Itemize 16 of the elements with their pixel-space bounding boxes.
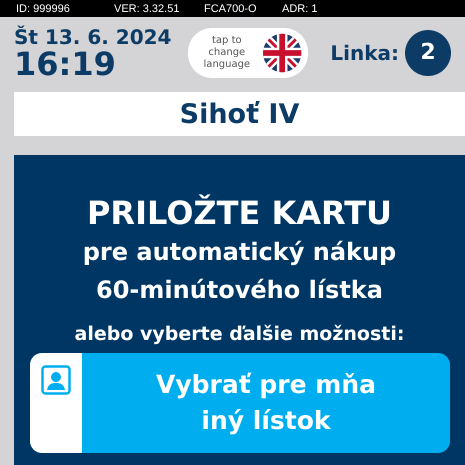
time-text: 16:19 xyxy=(14,48,117,80)
date-text: Št 13. 6. 2024 xyxy=(14,26,172,48)
version-text: VER: 3.32.51 xyxy=(114,2,180,14)
language-button[interactable]: tap to change language xyxy=(188,28,308,78)
stop-name: Sihoť IV xyxy=(14,92,465,136)
line-number: 2 xyxy=(405,30,451,76)
options-prompt: alebo vyberte ďalšie možnosti: xyxy=(74,323,404,345)
line-label: Linka: xyxy=(330,40,399,64)
device-model: FCA700-O xyxy=(204,2,258,14)
address-text: ADR: 1 xyxy=(282,2,318,14)
person-icon xyxy=(41,365,71,395)
panel-subtitle: 60-minútového lístka xyxy=(96,275,383,306)
panel-title: PRILOŽTE KARTU xyxy=(86,193,392,233)
panel-subtitle: pre automatický nákup xyxy=(82,237,396,268)
device-id: ID: 999996 xyxy=(16,2,71,14)
flag-icon xyxy=(262,32,302,74)
